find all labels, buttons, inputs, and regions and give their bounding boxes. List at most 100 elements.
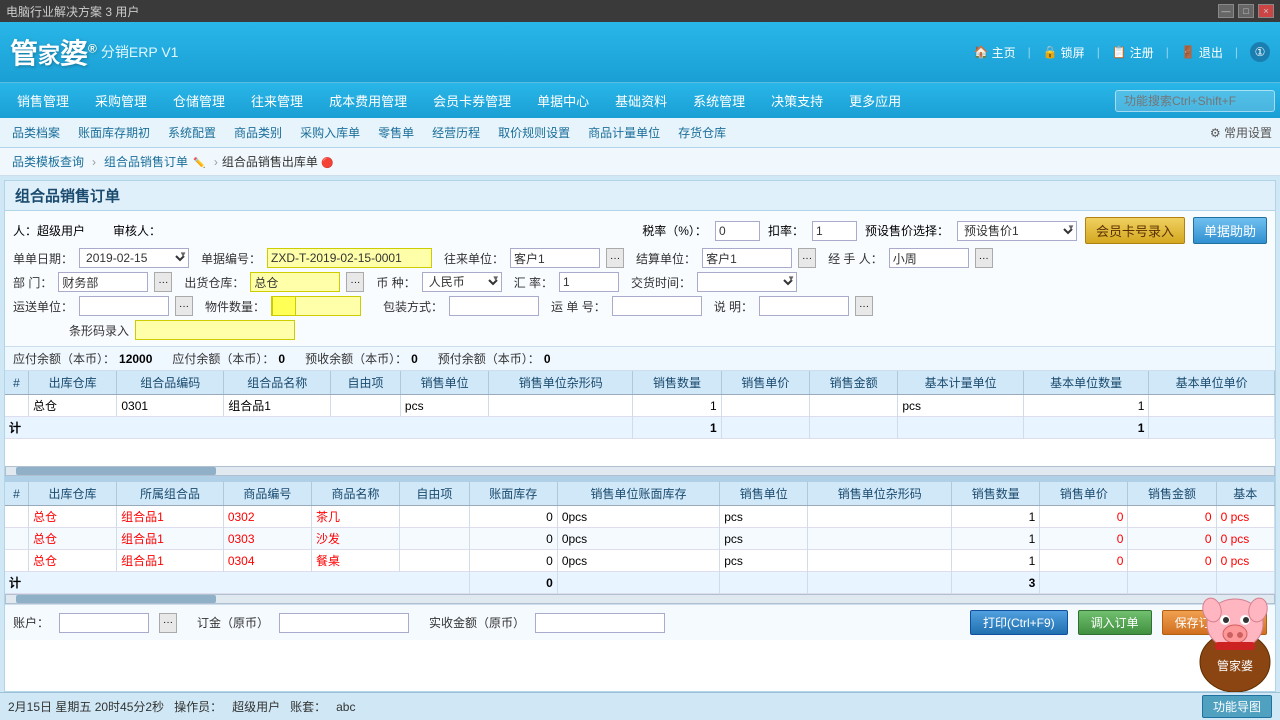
home-link[interactable]: 🏠 主页 xyxy=(974,44,1016,61)
lower-table-container: # 出库仓库 所属组合品 商品编号 商品名称 自由项 账面库存 销售单位账面库存… xyxy=(5,482,1275,594)
title-text: 电脑行业解决方案 3 用户 xyxy=(6,3,1218,20)
nav-basic-data[interactable]: 基础资料 xyxy=(603,87,679,114)
table-row[interactable]: 总仓 组合品1 0303 沙发 0 0pcs pcs 1 0 0 0 pcs xyxy=(5,528,1275,550)
trade-time-select[interactable] xyxy=(697,272,797,292)
handler-btn[interactable]: ··· xyxy=(975,248,993,268)
subnav-history[interactable]: 经营历程 xyxy=(428,122,484,143)
subnav-category[interactable]: 商品类别 xyxy=(230,122,286,143)
settle-btn[interactable]: ··· xyxy=(798,248,816,268)
breadcrumb-current: 组合品销售出库单 🔴 xyxy=(222,153,334,170)
handler-input[interactable] xyxy=(889,248,969,268)
tax-rate-input[interactable] xyxy=(715,221,760,241)
price-select[interactable]: 预设售价1 xyxy=(957,221,1077,241)
header-right: 🏠 主页 | 🔒 锁屏 | 📋 注册 | 🚪 退出 | ① xyxy=(974,22,1270,82)
title-bar: 电脑行业解决方案 3 用户 — □ × xyxy=(0,0,1280,22)
breadcrumb-combo-sales[interactable]: 组合品销售订单 ✏️ xyxy=(100,151,210,172)
subnav-warehouse[interactable]: 存货仓库 xyxy=(674,122,730,143)
status-operator: 超级用户 xyxy=(232,698,280,715)
nav-system[interactable]: 系统管理 xyxy=(681,87,757,114)
actual-input[interactable] xyxy=(535,613,665,633)
nav-warehouse[interactable]: 仓储管理 xyxy=(161,87,237,114)
note-btn[interactable]: ··· xyxy=(855,296,873,316)
upper-table: # 出库仓库 组合品编码 组合品名称 自由项 销售单位 销售单位杂形码 销售数量… xyxy=(5,371,1275,439)
account-btn[interactable]: ··· xyxy=(159,613,177,633)
discount-input[interactable] xyxy=(812,221,857,241)
subnav-retail[interactable]: 零售单 xyxy=(374,122,418,143)
nav-costs[interactable]: 成本费用管理 xyxy=(317,87,419,114)
currency-select[interactable]: 人民币 xyxy=(422,272,502,292)
subnav-purchase-in[interactable]: 采购入库单 xyxy=(296,122,364,143)
to-unit-input[interactable] xyxy=(510,248,600,268)
maximize-btn[interactable]: □ xyxy=(1238,4,1254,18)
lower-scrollbar[interactable] xyxy=(5,594,1275,604)
table-row[interactable]: 总仓 组合品1 0302 茶几 0 0pcs pcs 1 0 0 0 pcs xyxy=(5,506,1275,528)
date-input[interactable]: 2019-02-15 xyxy=(79,248,189,268)
breadcrumb-template[interactable]: 品类模板查询 xyxy=(8,151,88,172)
subnav-pricing[interactable]: 取价规则设置 xyxy=(494,122,574,143)
lcol-qty: 销售数量 xyxy=(952,482,1040,506)
account-input[interactable] xyxy=(59,613,149,633)
help-btn[interactable]: 单据助助 xyxy=(1193,217,1267,244)
dept-input[interactable] xyxy=(58,272,148,292)
barcode-input[interactable] xyxy=(135,320,295,340)
vip-card-btn[interactable]: 会员卡号录入 xyxy=(1085,217,1185,244)
ship-num-input[interactable] xyxy=(612,296,702,316)
minimize-btn[interactable]: — xyxy=(1218,4,1234,18)
nav-search-input[interactable] xyxy=(1115,90,1275,112)
close-btn[interactable]: × xyxy=(1258,4,1274,18)
col-combo-name: 组合品名称 xyxy=(224,371,331,395)
pack-input[interactable] xyxy=(449,296,539,316)
table-row[interactable]: 总仓 0301 组合品1 pcs 1 pcs 1 xyxy=(5,395,1275,417)
table-row[interactable]: 总仓 组合品1 0304 餐桌 0 0pcs pcs 1 0 0 0 pcs xyxy=(5,550,1275,572)
nav-purchase[interactable]: 采购管理 xyxy=(83,87,159,114)
warehouse-btn[interactable]: ··· xyxy=(346,272,364,292)
register-link[interactable]: 📋 注册 xyxy=(1112,44,1154,61)
note-input[interactable] xyxy=(759,296,849,316)
warehouse-input[interactable] xyxy=(250,272,340,292)
status-bar: 2月15日 星期五 20时45分2秒 操作员： 超级用户 账套： abc 功能导… xyxy=(0,692,1280,720)
lcol-unit: 销售单位 xyxy=(720,482,808,506)
shipping-btn[interactable]: ··· xyxy=(175,296,193,316)
nav-vouchers[interactable]: 单据中心 xyxy=(525,87,601,114)
mascot-svg: 管家婆 xyxy=(1190,582,1280,692)
dept-btn[interactable]: ··· xyxy=(154,272,172,292)
order-input[interactable] xyxy=(279,613,409,633)
order-num-label: 单据编号： xyxy=(201,250,261,267)
settle-input[interactable] xyxy=(702,248,792,268)
order-num-input[interactable] xyxy=(267,248,432,268)
info-link[interactable]: ① xyxy=(1250,42,1270,62)
subnav-product-file[interactable]: 品类档案 xyxy=(8,122,64,143)
shipping-label: 运送单位： xyxy=(13,298,73,315)
col-sales-barcode: 销售单位杂形码 xyxy=(489,371,633,395)
pay-due: 应付余额（本币）： 12000 xyxy=(13,350,152,367)
pay-due-val: 12000 xyxy=(119,352,152,366)
nav-transactions[interactable]: 往来管理 xyxy=(239,87,315,114)
print-btn[interactable]: 打印(Ctrl+F9) xyxy=(970,610,1068,635)
rec-due: 应付余额（本币）： 0 xyxy=(172,350,285,367)
form-area: 人：超级用户 审核人： 税率（%）： 扣率： 预设售价选择： 预设售价1 会员卡… xyxy=(5,211,1275,347)
upper-scrollbar-thumb[interactable] xyxy=(16,467,216,475)
parts-count-input[interactable] xyxy=(271,296,361,316)
shipping-input[interactable] xyxy=(79,296,169,316)
lower-scrollbar-thumb[interactable] xyxy=(16,595,216,603)
to-unit-btn[interactable]: ··· xyxy=(606,248,624,268)
subnav-ledger[interactable]: 账面库存期初 xyxy=(74,122,154,143)
col-sales-qty: 销售数量 xyxy=(633,371,721,395)
upper-scrollbar[interactable] xyxy=(5,466,1275,476)
nav-more[interactable]: 更多应用 xyxy=(837,87,913,114)
import-btn[interactable]: 调入订单 xyxy=(1078,610,1152,635)
nav-membership[interactable]: 会员卡券管理 xyxy=(421,87,523,114)
nav-decisions[interactable]: 决策支持 xyxy=(759,87,835,114)
form-top-controls: 人：超级用户 审核人： 税率（%）： 扣率： 预设售价选择： 预设售价1 会员卡… xyxy=(13,217,1267,244)
nav-sales[interactable]: 销售管理 xyxy=(5,87,81,114)
subnav-sysconfig[interactable]: 系统配置 xyxy=(164,122,220,143)
form-row-2: 部 门： ··· 出货仓库： ··· 币 种： 人民币 汇 率： 交货时间： xyxy=(13,272,1267,292)
col-sales-unit: 销售单位 xyxy=(400,371,488,395)
logout-link[interactable]: 🚪 退出 xyxy=(1181,44,1223,61)
subnav-uom[interactable]: 商品计量单位 xyxy=(584,122,664,143)
lock-link[interactable]: 🔒 锁屏 xyxy=(1043,44,1085,61)
exchange-input[interactable] xyxy=(559,272,619,292)
status-account-label: 账套： xyxy=(290,698,326,715)
settings-link[interactable]: ⚙ 常用设置 xyxy=(1210,124,1272,141)
func-map-btn[interactable]: 功能导图 xyxy=(1202,695,1272,718)
